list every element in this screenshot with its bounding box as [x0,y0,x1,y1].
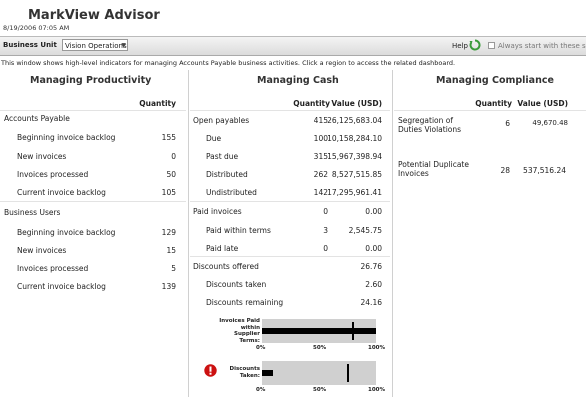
paid-within-terms-gauge[interactable]: Invoices Paid within Supplier Terms: 0% … [196,318,390,356]
info-text: This window shows high-level indicators … [1,59,456,67]
label-line: Segregation of [398,116,454,125]
help-link[interactable]: Help [452,42,468,50]
row-label: Beginning invoice backlog [17,133,116,142]
row-divider [190,256,390,257]
gauge-tick-label: 50% [313,387,327,393]
row-value: 2,545.75 [348,226,382,235]
always-start-checkbox[interactable] [488,42,495,49]
discounts-taken-gauge[interactable]: Discounts Taken: 0% 50% 100% [196,360,390,397]
row-label: Undistributed [206,188,257,197]
row-label: Open payables [193,116,250,125]
row-label: Current invoice backlog [17,282,106,291]
row-divider [0,201,186,202]
quantity-header: Quantity [293,99,330,108]
chevron-down-icon: ▼ [121,41,126,49]
row-value: 15,967,398.94 [327,152,382,161]
row-quantity: 50 [166,170,176,179]
row-divider [190,201,390,202]
row-value: 17,295,961.41 [327,188,382,197]
row-value: 0.00 [365,244,382,253]
compliance-row-quantity: 6 [505,119,510,128]
row-value: 24.16 [360,298,382,307]
header-divider [190,110,390,111]
row-label: Paid within terms [206,226,271,235]
gauge-fill [262,370,274,376]
row-label: Paid invoices [193,207,242,216]
label-line: Duties Violations [398,125,462,134]
row-quantity: 0 [171,152,176,161]
row-label: New invoices [17,152,67,161]
row-quantity: 155 [161,133,176,142]
gauge-track [262,361,376,385]
row-label: Discounts remaining [206,298,284,307]
row-label: Beginning invoice backlog [17,228,116,237]
column-divider [188,70,189,397]
row-quantity: 5 [171,264,176,273]
quantity-header: Quantity [139,99,176,108]
compliance-row-quantity: 28 [500,166,510,175]
header-divider [394,110,586,111]
gauge-label-line: Taken: [239,372,260,379]
row-label: Invoices processed [17,170,89,179]
gauge-target-marker [352,322,355,340]
label-line: Potential Duplicate [398,160,469,169]
gauge-fill [262,328,376,334]
value-header: Value (USD) [517,99,568,108]
always-start-label: Always start with these settings [498,42,586,50]
row-value: 8,527,515.85 [331,170,382,179]
gauge-label-line: Terms: [239,337,260,344]
row-label: Paid late [206,244,239,253]
business-unit-label: Business Unit [3,41,57,49]
row-label: Discounts taken [206,280,267,289]
group-label-business-users: Business Users [4,208,61,217]
row-label: New invoices [17,246,67,255]
cash-title: Managing Cash [257,75,339,86]
group-label-accounts-payable: Accounts Payable [4,114,70,123]
quantity-header: Quantity [475,99,512,108]
row-label: Invoices processed [17,264,89,273]
business-unit-select[interactable]: Vision Operations ▼ [62,38,128,51]
compliance-row-value: 537,516.24 [523,166,566,175]
row-label: Current invoice backlog [17,188,106,197]
timestamp: 8/19/2006 07:05 AM [3,24,70,32]
gauge-tick-label: 50% [313,345,327,351]
compliance-row-label: Segregation of Duties Violations [398,116,461,134]
productivity-title: Managing Productivity [30,75,152,86]
row-value: 2.60 [365,280,382,289]
row-label: Past due [206,152,239,161]
compliance-row-label: Potential Duplicate Invoices [398,160,469,178]
label-line: Invoices [398,169,429,178]
header-divider [0,110,186,111]
gauge-tick-label: 0% [256,387,266,393]
gauge-target-marker [346,364,349,382]
gauge-label: Discounts Taken: [196,366,261,379]
row-label: Due [206,134,222,143]
row-value: 10,158,284.10 [327,134,382,143]
row-label: Discounts offered [193,262,259,271]
gauge-tick-label: 100% [368,345,385,351]
gauge-track [262,319,376,343]
row-label: Distributed [206,170,248,179]
app-title: MarkView Advisor [28,8,160,23]
row-quantity: 129 [161,228,176,237]
value-header: Value (USD) [331,99,382,108]
gauge-label: Invoices Paid within Supplier Terms: [196,318,260,344]
gauge-tick-label: 0% [256,345,266,351]
row-value: 26.76 [360,262,382,271]
compliance-title: Managing Compliance [436,75,554,86]
row-value: 26,125,683.04 [327,116,382,125]
gauge-tick-label: 100% [368,387,385,393]
business-unit-value: Vision Operations [65,41,127,50]
compliance-row-value: 49,670.48 [532,119,568,127]
row-quantity: 105 [161,188,176,197]
row-quantity: 15 [166,246,176,255]
refresh-icon[interactable] [469,39,481,51]
column-divider [392,70,393,397]
row-value: 0.00 [365,207,382,216]
row-quantity: 139 [161,282,176,291]
